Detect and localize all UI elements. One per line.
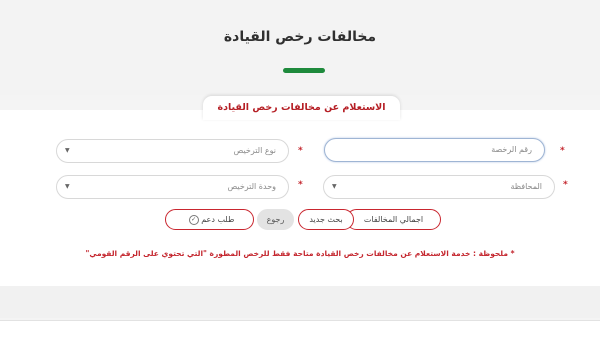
section-title: الاستعلام عن مخالفات رخص القيادة bbox=[203, 96, 400, 120]
required-mark-licensing-unit: * bbox=[298, 180, 303, 190]
service-note: * ملحوظة : خدمة الاستعلام عن مخالفات رخص… bbox=[85, 249, 515, 258]
licensing-unit-select[interactable]: وحدة الترخيص ▼ bbox=[56, 175, 289, 199]
chevron-down-icon: ▼ bbox=[65, 183, 70, 190]
license-type-label: نوع الترخيص bbox=[233, 146, 276, 155]
support-request-button[interactable]: طلب دعم ✓ bbox=[165, 209, 254, 230]
back-button[interactable]: رجوع bbox=[257, 209, 294, 230]
governorate-select[interactable]: المحافظة ▼ bbox=[323, 175, 555, 199]
footer-band bbox=[0, 286, 600, 318]
required-mark-license-type: * bbox=[298, 146, 303, 156]
chevron-down-icon: ▼ bbox=[332, 183, 337, 190]
page-title: مخالفات رخص القيادة bbox=[223, 29, 377, 45]
title-underline bbox=[283, 68, 325, 73]
license-type-select[interactable]: نوع الترخيص ▼ bbox=[56, 139, 289, 163]
header-band bbox=[0, 0, 600, 95]
licensing-unit-label: وحدة الترخيص bbox=[227, 182, 276, 191]
check-circle-icon: ✓ bbox=[188, 214, 199, 225]
footer-divider bbox=[0, 320, 600, 338]
required-mark-license-number: * bbox=[560, 146, 565, 156]
total-violations-button[interactable]: اجمالي المخالفات bbox=[346, 209, 441, 230]
license-number-input[interactable]: رقم الرخصة bbox=[324, 138, 545, 162]
chevron-down-icon: ▼ bbox=[65, 147, 70, 154]
support-request-label: طلب دعم bbox=[201, 215, 235, 224]
new-search-button[interactable]: بحث جديد bbox=[298, 209, 354, 230]
governorate-label: المحافظة bbox=[510, 182, 542, 191]
required-mark-governorate: * bbox=[563, 180, 568, 190]
